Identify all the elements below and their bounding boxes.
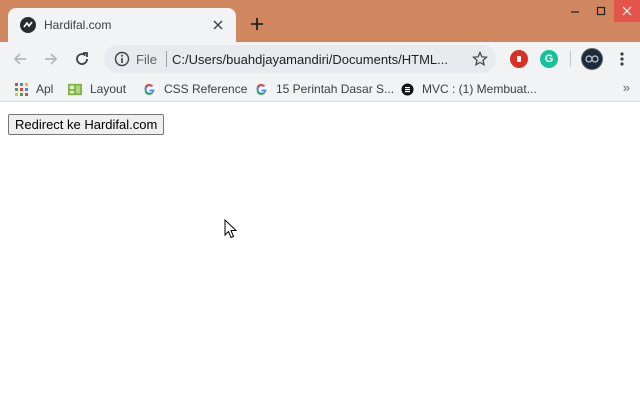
profile-avatar[interactable] [581, 48, 603, 70]
bookmark-star-icon[interactable] [472, 51, 488, 67]
grammarly-extension-icon[interactable]: G [540, 50, 558, 68]
close-window-icon[interactable] [614, 0, 640, 22]
toolbar-divider [570, 51, 571, 67]
info-icon[interactable] [114, 51, 130, 67]
bookmark-css-reference[interactable]: CSS Reference [142, 80, 247, 98]
grammarly-letter: G [544, 53, 554, 65]
google-g-icon [142, 82, 156, 96]
browser-tab[interactable]: Hardifal.com [8, 8, 236, 42]
window-controls [562, 0, 640, 22]
browser-toolbar: File C:/Users/buahdjayamandiri/Documents… [0, 42, 640, 76]
google-g-icon [254, 82, 268, 96]
page-content: Redirect ke Hardifal.com [0, 103, 640, 413]
browser-titlebar: Hardifal.com [0, 0, 640, 42]
bookmarks-bar: Apl Layout CSS Reference 15 Perintah Das… [0, 76, 640, 102]
bookmark-label: Layout [90, 82, 127, 96]
adblock-extension-icon[interactable] [510, 50, 528, 68]
bookmark-perintah-dasar[interactable]: 15 Perintah Dasar S... [254, 80, 394, 98]
address-bar[interactable]: File C:/Users/buahdjayamandiri/Documents… [104, 45, 496, 73]
bookmark-apps[interactable]: Apl [14, 80, 53, 98]
back-arrow-icon[interactable] [10, 49, 30, 69]
close-tab-icon[interactable] [210, 17, 226, 33]
new-tab-icon[interactable] [247, 14, 267, 34]
bookmark-label: Apl [36, 82, 54, 96]
bookmark-layout[interactable]: Layout [68, 80, 126, 98]
url-text[interactable]: C:/Users/buahdjayamandiri/Documents/HTML… [172, 52, 448, 67]
omnibox-divider [166, 51, 167, 67]
bookmark-label: MVC : (1) Membuat... [422, 82, 537, 96]
bookmarks-overflow-icon[interactable]: » [623, 80, 630, 95]
forward-arrow-icon[interactable] [41, 49, 61, 69]
bookmark-label: 15 Perintah Dasar S... [276, 82, 395, 96]
reload-icon[interactable] [72, 49, 92, 69]
site-favicon-icon [20, 17, 36, 33]
dark-circle-icon [400, 82, 414, 96]
apps-grid-icon [14, 82, 28, 96]
layout-thumbnail-icon [68, 82, 82, 96]
maximize-icon[interactable] [588, 0, 614, 22]
scheme-label: File [136, 52, 157, 67]
bookmark-label: CSS Reference [164, 82, 248, 96]
redirect-button[interactable]: Redirect ke Hardifal.com [8, 114, 165, 135]
tab-title: Hardifal.com [44, 18, 112, 32]
bookmark-mvc[interactable]: MVC : (1) Membuat... [400, 80, 537, 98]
mouse-cursor-icon [224, 218, 238, 239]
minimize-icon[interactable] [562, 0, 588, 22]
more-menu-icon[interactable] [612, 49, 632, 69]
